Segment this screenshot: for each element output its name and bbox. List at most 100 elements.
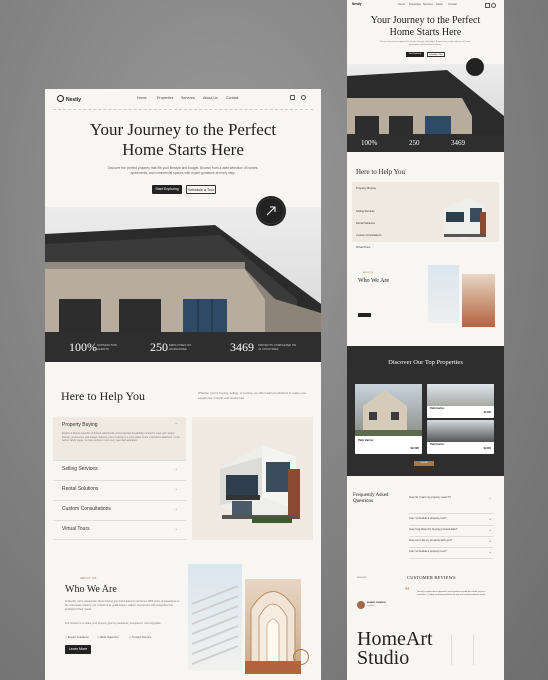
learn-more-button[interactable]: Learn More — [65, 645, 91, 654]
right-service-item[interactable]: Property Buying — [356, 186, 376, 190]
right-bag-icon[interactable] — [485, 3, 490, 8]
property-card[interactable]: Palm Harbor $2,095 — [427, 384, 494, 418]
right-service-item[interactable]: Custom Consultations — [356, 234, 381, 237]
arrow-icon: → — [173, 486, 178, 492]
quote-icon: “ — [405, 586, 410, 597]
property-house-illustration — [355, 390, 422, 436]
faq-question: How can I list my property with you? — [409, 539, 453, 542]
faq-question: How do I start my property search? — [409, 496, 451, 499]
right-learn-more-button[interactable] — [358, 313, 371, 317]
right-search-icon[interactable] — [491, 3, 496, 8]
nav-about[interactable]: About Us — [203, 96, 218, 100]
faq-question: Can I schedule a property tour? — [409, 517, 447, 520]
faq-item[interactable]: How long does the buying process take? + — [409, 526, 493, 537]
property-card[interactable]: Palm Harbor $2,095 — [355, 384, 422, 454]
reviewer-avatar — [357, 601, 365, 609]
right-hero-title-line2: Home Starts Here — [389, 27, 462, 38]
footer-links-col1 — [451, 635, 470, 665]
service-title: Property Buying — [62, 422, 98, 428]
minus-icon: − — [175, 421, 178, 427]
right-help-title: Here to Help You — [356, 168, 405, 176]
right-hero-title-line1: Your Journey to the Perfect — [370, 15, 481, 26]
service-item-consultations[interactable]: Custom Consultations → — [53, 500, 186, 520]
plus-icon: + — [489, 539, 491, 543]
main-page-mockup: Nestiy Home Properties Services About Us… — [45, 89, 321, 680]
right-stat: 100% — [361, 139, 378, 147]
hero-title-line2: Home Starts Here — [122, 140, 244, 159]
hero-title-line1: Your Journey to the Perfect — [89, 120, 277, 139]
mobile-page-mockup: Nestiy Home Properties Services About Co… — [347, 0, 504, 680]
stat-number: 3469 — [230, 340, 254, 354]
stat-label: SATISFACTION CLIENTS — [97, 343, 117, 351]
right-service-item[interactable]: Virtual Tours — [356, 246, 370, 249]
right-start-button[interactable]: Start Exploring — [406, 52, 424, 57]
faq-item[interactable]: How can I list my property with you? + — [409, 537, 493, 548]
tower-illustration — [191, 585, 239, 665]
stat-number: 100% — [69, 340, 97, 354]
bag-icon[interactable] — [290, 95, 295, 100]
badge-arrow-icon — [257, 197, 285, 225]
nav-contact[interactable]: Contact — [226, 96, 238, 100]
service-label: Custom Consultations — [62, 506, 111, 512]
property-name: Palm Harbor — [358, 439, 374, 442]
feature-label: Trusted Service — [131, 635, 152, 639]
faq-item[interactable]: Can I schedule a property tour? + — [409, 515, 493, 526]
right-stat: 3469 — [451, 139, 465, 147]
right-nav-home[interactable]: Home — [398, 3, 405, 6]
property-price: $2,095 — [483, 411, 491, 414]
plus-icon: + — [489, 528, 491, 532]
faq-title: Frequently Asked Questions — [353, 493, 388, 505]
right-arches-image — [462, 274, 495, 327]
right-house-illustration — [444, 198, 486, 240]
faq-item[interactable]: How do I start my property search? − — [409, 494, 493, 514]
right-hero-subtitle: Discover the perfect property that fits … — [379, 41, 472, 46]
reviewer-name: ALBERT JOHNSON — [367, 602, 386, 604]
nav-home[interactable]: Home — [137, 96, 147, 100]
nav-divider — [53, 109, 313, 110]
right-service-item[interactable]: Rental Solutions — [356, 222, 375, 225]
stat-label: EMPLOYEES ON WORLDWIDE — [169, 343, 192, 351]
service-item-virtual-tours[interactable]: Virtual Tours → — [53, 520, 186, 540]
get-in-touch-badge[interactable] — [256, 196, 286, 226]
right-nav-properties[interactable]: Properties — [409, 3, 421, 6]
right-nav-about[interactable]: About — [436, 3, 443, 6]
nav-properties[interactable]: Properties — [157, 96, 173, 100]
footer-brand-line2: Studio — [357, 647, 410, 669]
service-item-selling[interactable]: Selling Services → — [53, 460, 186, 480]
right-badge[interactable] — [466, 58, 484, 76]
right-hero-building — [347, 64, 504, 134]
reviewer-role: Customer — [367, 605, 375, 607]
service-label: Virtual Tours — [62, 526, 90, 532]
service-label: Selling Services — [62, 466, 98, 472]
logo-mark-icon — [57, 95, 64, 102]
nav-services[interactable]: Services — [181, 96, 195, 100]
feature-label: Wide Selection — [99, 635, 119, 639]
faq-title-line2: Questions — [353, 499, 373, 504]
service-label: Rental Solutions — [62, 486, 99, 492]
search-icon[interactable] — [301, 95, 306, 100]
arrow-icon: → — [173, 466, 178, 472]
logo[interactable]: Nestiy — [57, 95, 81, 103]
right-about-eyebrow: ABOUT US — [363, 272, 374, 274]
minus-icon: − — [489, 496, 491, 500]
feature-wide-selection: ◇ Wide Selection — [97, 635, 119, 639]
right-logo[interactable]: Nestiy — [352, 2, 362, 6]
modern-house-illustration — [220, 445, 300, 523]
service-active-card[interactable]: Property Buying − Explore a diverse sele… — [53, 417, 186, 460]
view-all-button[interactable]: View All — [414, 461, 434, 466]
right-service-item[interactable]: Selling Services — [356, 210, 374, 213]
faq-item[interactable]: Can I schedule a property tour? + — [409, 548, 493, 559]
schedule-tour-button[interactable]: Schedule a Tour — [186, 185, 216, 194]
footer-brand: HomeArt Studio — [357, 629, 433, 669]
property-card[interactable]: Palm Harbor $2,095 — [427, 420, 494, 454]
start-exploring-button[interactable]: Start Exploring — [152, 185, 182, 194]
service-item-rental[interactable]: Rental Solutions → — [53, 480, 186, 500]
hero-subtitle: Discover the perfect property that fits … — [107, 166, 259, 175]
right-nav-contact[interactable]: Contact — [448, 3, 457, 6]
right-nav-services[interactable]: Services — [423, 3, 433, 6]
arrow-icon: → — [173, 506, 178, 512]
property-price: $2,095 — [410, 446, 419, 450]
right-schedule-button[interactable]: Schedule a Tour — [427, 52, 445, 57]
feature-expert-guidance: ◇ Expert Guidance — [65, 635, 89, 639]
stat-number: 250 — [150, 340, 168, 354]
